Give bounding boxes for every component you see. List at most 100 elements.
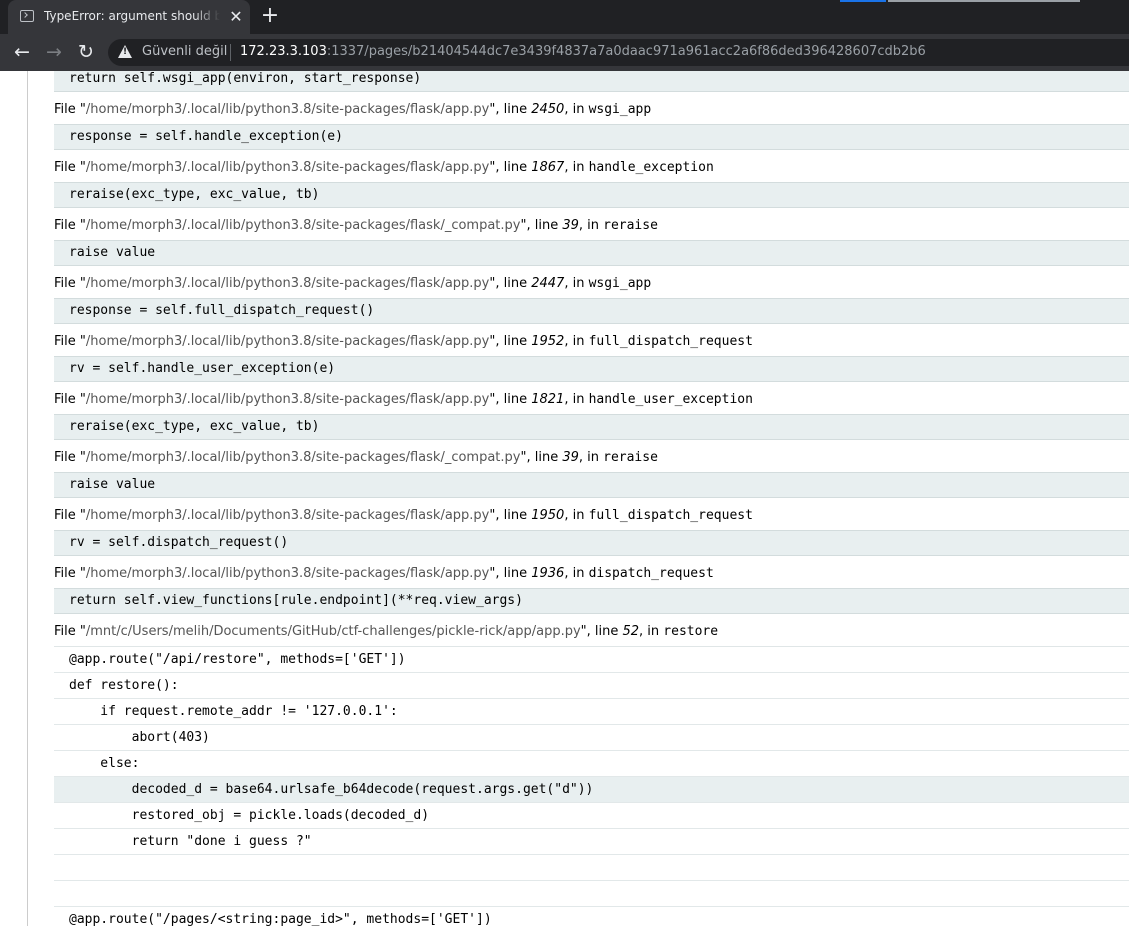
tab-title: TypeError: argument should be a bytes-li… xyxy=(44,9,220,23)
frame-function: reraise xyxy=(603,218,658,233)
frame-filename: /home/morph3/.local/lib/python3.8/site-p… xyxy=(85,276,490,291)
frame-filename: /home/morph3/.local/lib/python3.8/site-p… xyxy=(85,334,490,349)
source-line[interactable]: rv = self.dispatch_request() xyxy=(54,530,1129,556)
frame-line-number: 52 xyxy=(622,624,640,639)
tab-strip: TypeError: argument should be a bytes-li… xyxy=(0,0,1129,34)
in-separator: , in xyxy=(564,102,589,117)
frame-filename: /home/morph3/.local/lib/python3.8/site-p… xyxy=(85,102,490,117)
back-button[interactable]: ← xyxy=(8,38,36,66)
source-line[interactable]: raise value xyxy=(54,240,1129,266)
file-prefix: File " xyxy=(54,508,86,523)
line-separator: ", line xyxy=(489,276,532,291)
line-separator: ", line xyxy=(580,624,623,639)
in-separator: , in xyxy=(564,276,589,291)
in-separator: , in xyxy=(564,566,589,581)
reload-button[interactable]: ↻ xyxy=(72,38,100,66)
file-prefix: File " xyxy=(54,566,86,581)
url-path: :1337/pages/b21404544dc7e3439f4837a7a0da… xyxy=(326,44,926,59)
close-icon[interactable]: ✕ xyxy=(226,7,246,27)
frame-header: File "/mnt/c/Users/melih/Documents/GitHu… xyxy=(54,614,1129,646)
in-separator: , in xyxy=(639,624,664,639)
url-host: 172.23.3.103 xyxy=(240,44,327,59)
frame-line-number: 1936 xyxy=(531,566,565,581)
line-separator: ", line xyxy=(520,450,563,465)
line-separator: ", line xyxy=(489,508,532,523)
frame-filename: /mnt/c/Users/melih/Documents/GitHub/ctf-… xyxy=(85,624,581,639)
file-prefix: File " xyxy=(54,624,86,639)
traceback-panel: return self.wsgi_app(environ, start_resp… xyxy=(27,71,1129,926)
source-line: def restore(): xyxy=(54,673,1129,699)
frame-line-number: 2450 xyxy=(531,102,565,117)
url-text[interactable]: 172.23.3.103:1337/pages/b21404544dc7e343… xyxy=(240,44,926,59)
frame-line-number: 1867 xyxy=(531,160,565,175)
source-line[interactable]: reraise(exc_type, exc_value, tb) xyxy=(54,182,1129,208)
terminal-icon xyxy=(20,10,34,22)
in-separator: , in xyxy=(564,508,589,523)
frame-header: File "/home/morph3/.local/lib/python3.8/… xyxy=(54,150,1129,182)
source-line[interactable]: return self.wsgi_app(environ, start_resp… xyxy=(54,71,1129,92)
page-content: return self.wsgi_app(environ, start_resp… xyxy=(0,71,1129,926)
frame-line-number: 1952 xyxy=(531,334,565,349)
source-line[interactable]: response = self.full_dispatch_request() xyxy=(54,298,1129,324)
line-separator: ", line xyxy=(489,566,532,581)
line-separator: ", line xyxy=(489,334,532,349)
frame-header: File "/home/morph3/.local/lib/python3.8/… xyxy=(54,324,1129,356)
source-line[interactable]: rv = self.handle_user_exception(e) xyxy=(54,356,1129,382)
file-prefix: File " xyxy=(54,102,86,117)
frame-filename: /home/morph3/.local/lib/python3.8/site-p… xyxy=(85,392,490,407)
in-separator: , in xyxy=(578,218,604,233)
file-prefix: File " xyxy=(54,276,86,291)
line-separator: ", line xyxy=(489,160,532,175)
frame-function: reraise xyxy=(603,450,658,465)
frame-header: File "/home/morph3/.local/lib/python3.8/… xyxy=(54,556,1129,588)
line-separator: ", line xyxy=(489,392,532,407)
source-line[interactable]: raise value xyxy=(54,472,1129,498)
address-bar[interactable]: Güvenli değil 172.23.3.103:1337/pages/b2… xyxy=(108,39,1129,66)
security-label[interactable]: Güvenli değil xyxy=(142,44,227,59)
active-tab[interactable]: TypeError: argument should be a bytes-li… xyxy=(8,0,250,34)
frame-header: File "/home/morph3/.local/lib/python3.8/… xyxy=(54,498,1129,530)
source-line[interactable]: return self.view_functions[rule.endpoint… xyxy=(54,588,1129,614)
frame-function: wsgi_app xyxy=(588,102,652,117)
new-tab-button[interactable]: + xyxy=(258,5,282,29)
frame-header: File "/home/morph3/.local/lib/python3.8/… xyxy=(54,208,1129,240)
in-separator: , in xyxy=(564,160,589,175)
frame-line-number: 1950 xyxy=(531,508,565,523)
frame-filename: /home/morph3/.local/lib/python3.8/site-p… xyxy=(85,508,490,523)
source-line: if request.remote_addr != '127.0.0.1': xyxy=(54,699,1129,725)
frame-function: handle_exception xyxy=(588,160,714,175)
browser-toolbar: ← → ↻ Güvenli değil 172.23.3.103:1337/pa… xyxy=(0,34,1129,71)
frame-header: File "/home/morph3/.local/lib/python3.8/… xyxy=(54,440,1129,472)
file-prefix: File " xyxy=(54,392,86,407)
frame-filename: /home/morph3/.local/lib/python3.8/site-p… xyxy=(85,218,521,233)
warning-icon[interactable] xyxy=(118,45,132,58)
file-prefix: File " xyxy=(54,160,86,175)
line-separator: ", line xyxy=(489,102,532,117)
tab-strip-indicator xyxy=(840,0,886,2)
traceback-list: return self.wsgi_app(environ, start_resp… xyxy=(54,71,1129,926)
frame-line-number: 39 xyxy=(562,218,579,233)
frame-function: dispatch_request xyxy=(588,566,714,581)
forward-button[interactable]: → xyxy=(40,38,68,66)
source-line: restored_obj = pickle.loads(decoded_d) xyxy=(54,803,1129,829)
frame-line-number: 39 xyxy=(562,450,579,465)
source-block[interactable]: @app.route("/api/restore", methods=['GET… xyxy=(54,646,1129,926)
in-separator: , in xyxy=(578,450,604,465)
in-separator: , in xyxy=(564,392,589,407)
frame-function: handle_user_exception xyxy=(588,392,753,407)
source-line: else: xyxy=(54,751,1129,777)
in-separator: , in xyxy=(564,334,589,349)
source-line[interactable]: reraise(exc_type, exc_value, tb) xyxy=(54,414,1129,440)
frame-header: File "/home/morph3/.local/lib/python3.8/… xyxy=(54,382,1129,414)
file-prefix: File " xyxy=(54,334,86,349)
frame-function: wsgi_app xyxy=(588,276,652,291)
frame-function: full_dispatch_request xyxy=(588,334,753,349)
frame-line-number: 1821 xyxy=(531,392,565,407)
frame-line-number: 2447 xyxy=(531,276,565,291)
source-line xyxy=(54,855,1129,881)
file-prefix: File " xyxy=(54,218,86,233)
source-line: @app.route("/pages/<string:page_id>", me… xyxy=(54,907,1129,926)
source-line[interactable]: response = self.handle_exception(e) xyxy=(54,124,1129,150)
file-prefix: File " xyxy=(54,450,86,465)
source-line: return "done i guess ?" xyxy=(54,829,1129,855)
